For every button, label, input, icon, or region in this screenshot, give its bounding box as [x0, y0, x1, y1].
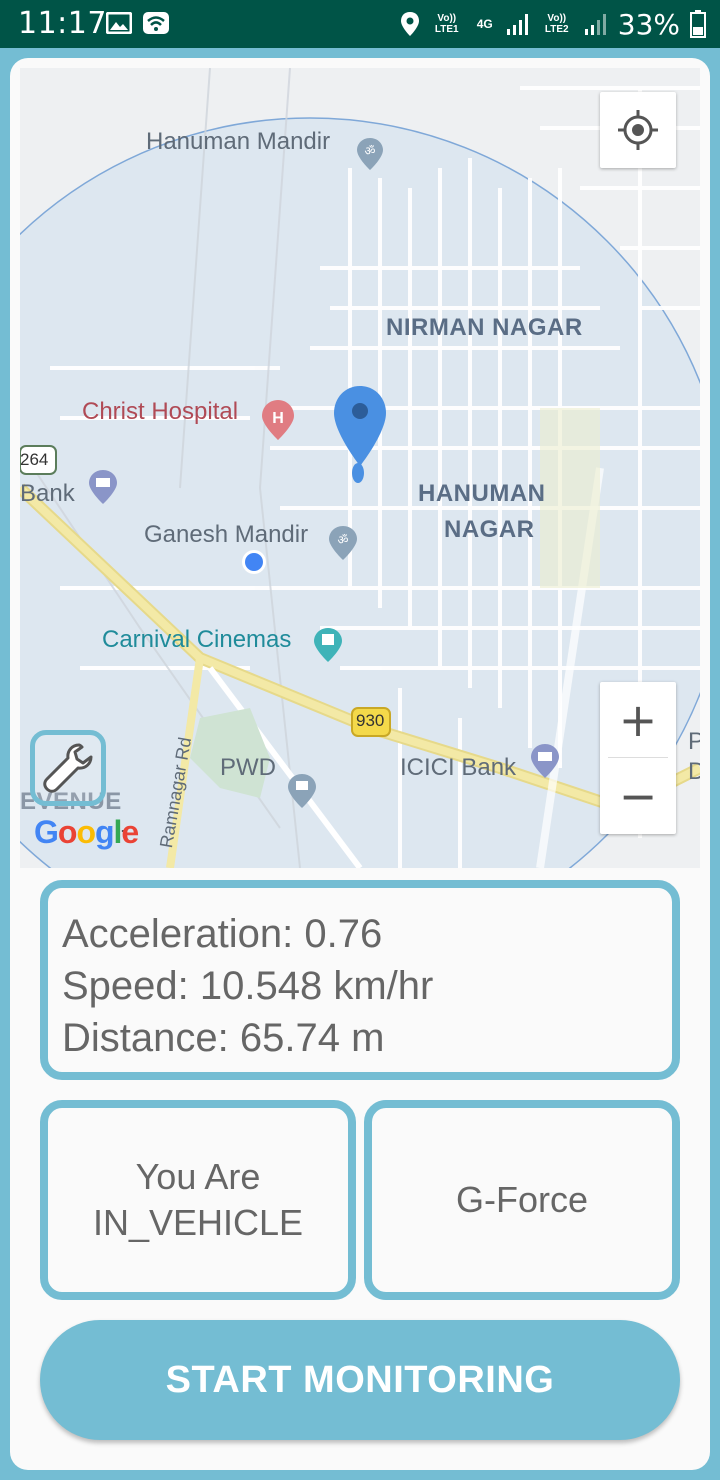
activity-line-1: You Are	[135, 1156, 261, 1197]
network-type: 4G	[476, 16, 493, 31]
activity-line-2: IN_VEHICLE	[92, 1202, 304, 1243]
zoom-controls: + −	[600, 682, 676, 834]
map-label-edge-d: D	[688, 758, 700, 785]
acceleration-text: Acceleration: 0.76	[62, 912, 383, 956]
start-monitoring-button[interactable]: START MONITORING	[40, 1320, 680, 1440]
gforce-card[interactable]: G-Force	[364, 1100, 680, 1300]
map-label-bank: Bank	[20, 480, 75, 507]
map-label-hanuman-nagar-2: NAGAR	[444, 516, 535, 543]
status-right-group: Vo)) LTE1 4G Vo)) LTE2 33%	[400, 6, 706, 42]
gallery-icon	[106, 12, 132, 34]
signal-icon-2	[584, 14, 606, 35]
map-label-hanuman-mandir: Hanuman Mandir	[146, 128, 331, 155]
settings-button[interactable]	[30, 730, 106, 806]
map-label-road-930: 930	[356, 711, 385, 730]
my-location-button[interactable]	[600, 92, 676, 168]
current-location-dot	[245, 553, 263, 571]
map-label-nirman-nagar: NIRMAN NAGAR	[386, 314, 583, 341]
status-time: 11:17	[18, 6, 107, 41]
svg-text:ॐ: ॐ	[338, 533, 349, 547]
location-icon	[400, 12, 419, 36]
stats-card: Acceleration: 0.76 Speed: 10.548 km/hr D…	[40, 880, 680, 1080]
sim1-label: Vo)) LTE1	[434, 13, 459, 35]
signal-icon	[506, 14, 528, 35]
status-bar: 11:17 Vo)) LTE1 4G Vo)) LTE2 33%	[0, 0, 720, 48]
distance-text: Distance: 65.74 m	[62, 1016, 385, 1060]
battery-percent: 33%	[617, 7, 680, 41]
sim2-label: Vo)) LTE2	[544, 13, 569, 35]
gforce-label: G-Force	[455, 1179, 588, 1220]
map-label-ganesh-mandir: Ganesh Mandir	[144, 521, 309, 548]
map-canvas[interactable]: ॐ H ॐ	[20, 68, 700, 868]
map-label-hanuman-nagar-1: HANUMAN	[418, 480, 546, 507]
zoom-in-button[interactable]: +	[600, 682, 676, 757]
map-label-christ-hospital: Christ Hospital	[82, 398, 239, 425]
crosshair-icon	[618, 110, 658, 150]
map-label-icici-bank: ICICI Bank	[400, 754, 517, 781]
speed-text: Speed: 10.548 km/hr	[62, 964, 434, 1008]
wrench-icon	[43, 743, 93, 793]
zoom-out-button[interactable]: −	[600, 758, 676, 834]
wifi-icon	[143, 12, 169, 34]
map-label-edge-p: P	[688, 728, 700, 755]
activity-text: You Are IN_VEHICLE	[93, 1154, 303, 1246]
map-label-carnival-cinemas: Carnival Cinemas	[102, 626, 292, 653]
svg-text:H: H	[272, 410, 284, 427]
battery-icon	[690, 10, 706, 38]
activity-card: You Are IN_VEHICLE	[40, 1100, 356, 1300]
svg-text:ॐ: ॐ	[365, 144, 376, 158]
map-label-road-264: 264	[20, 450, 49, 469]
map-label-pwd: PWD	[220, 754, 276, 781]
google-attribution: Google	[34, 814, 139, 850]
map-view[interactable]: ॐ H ॐ Hanuman Mandir NIRMAN NAGAR Christ…	[20, 68, 700, 868]
